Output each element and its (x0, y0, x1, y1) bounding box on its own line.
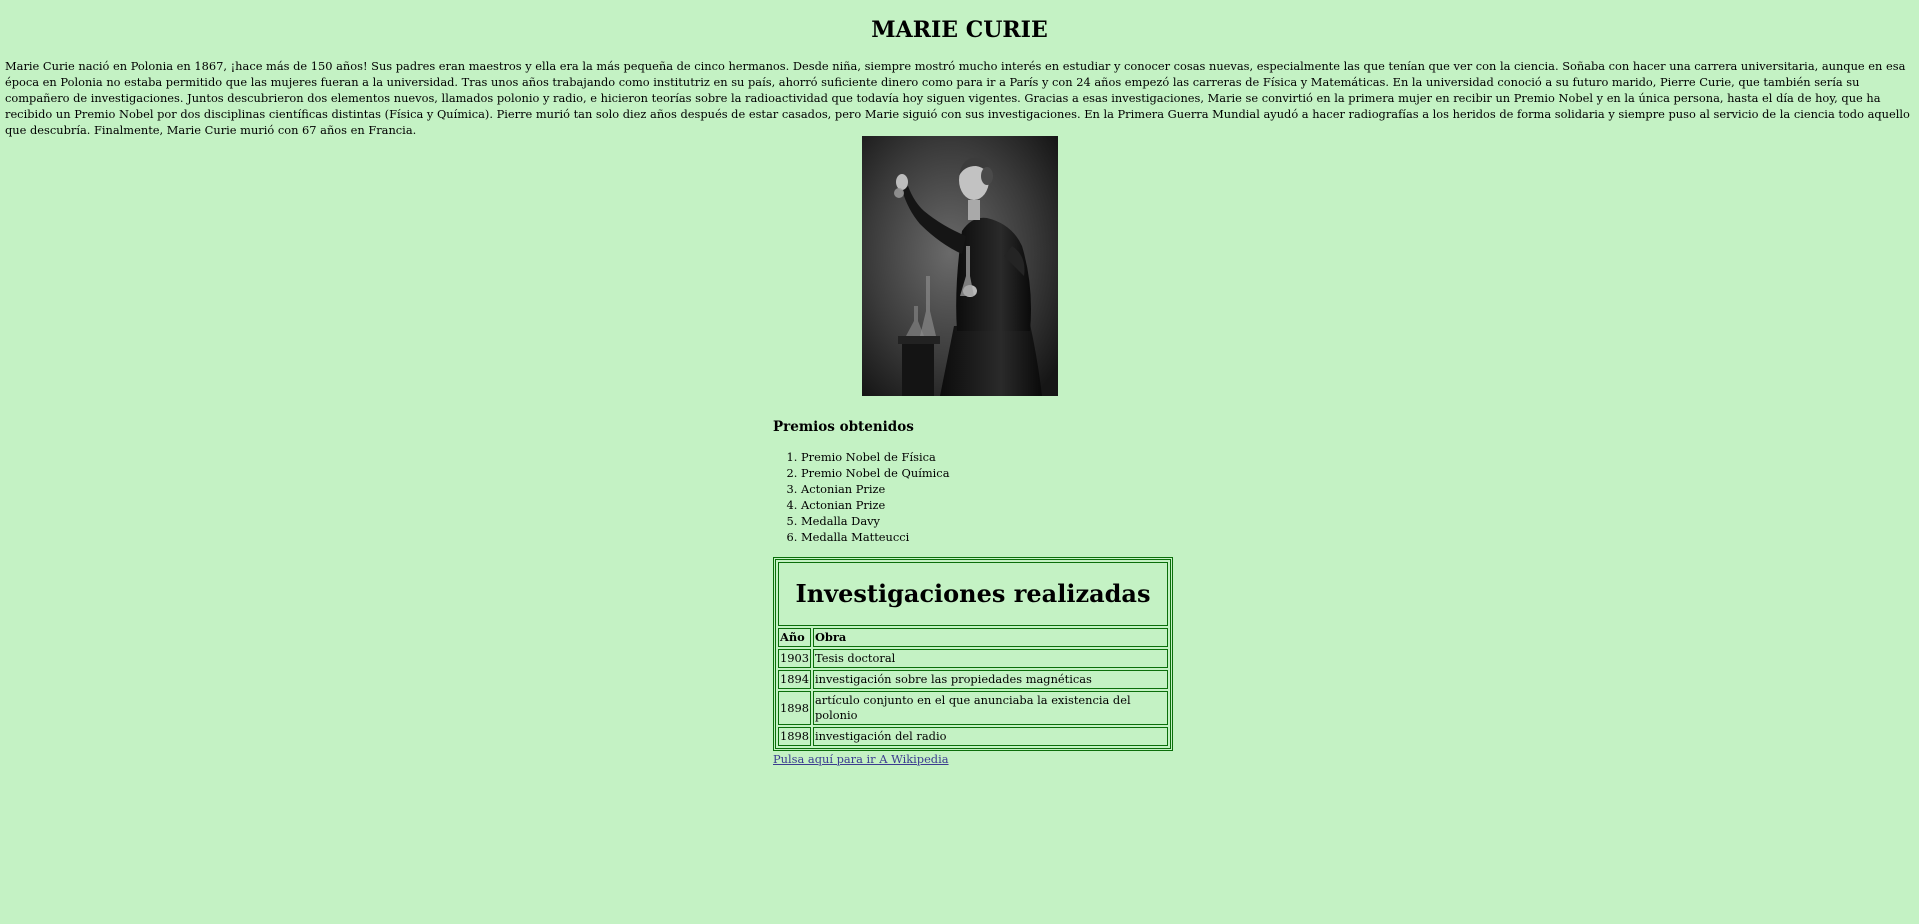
table-cell-work: investigación del radio (813, 727, 1168, 746)
wikipedia-link[interactable]: Pulsa aquí para ir A Wikipedia (773, 752, 1173, 766)
table-header-row: Año Obra (778, 628, 1168, 647)
table-cell-work: Tesis doctoral (813, 649, 1168, 668)
table-title-row: Investigaciones realizadas (778, 562, 1168, 626)
table-cell-year: 1903 (778, 649, 811, 668)
intro-paragraph: Marie Curie nació en Polonia en 1867, ¡h… (5, 59, 1910, 137)
table-cell-year: 1898 (778, 727, 811, 746)
table-cell-work: investigación sobre las propiedades magn… (813, 670, 1168, 689)
table-row: 1898 investigación del radio (778, 727, 1168, 746)
table-row: 1898 artículo conjunto en el que anuncia… (778, 691, 1168, 725)
list-item: Actonian Prize (801, 481, 1173, 497)
awards-heading: Premios obtenidos (773, 419, 914, 435)
table-row: 1903 Tesis doctoral (778, 649, 1168, 668)
marie-curie-photo (862, 136, 1058, 396)
list-item: Premio Nobel de Química (801, 465, 1173, 481)
table-title: Investigaciones realizadas (778, 562, 1168, 626)
column-header-year: Año (778, 628, 811, 647)
research-table: Investigaciones realizadas Año Obra 1903… (773, 557, 1173, 751)
column-header-work: Obra (813, 628, 1168, 647)
list-item: Premio Nobel de Física (801, 449, 1173, 465)
portrait-image (862, 136, 1058, 396)
list-item: Medalla Matteucci (801, 529, 1173, 545)
table-row: 1894 investigación sobre las propiedades… (778, 670, 1168, 689)
awards-list: Premio Nobel de Física Premio Nobel de Q… (773, 449, 1173, 545)
list-item: Medalla Davy (801, 513, 1173, 529)
table-cell-year: 1898 (778, 691, 811, 725)
list-item: Actonian Prize (801, 497, 1173, 513)
table-cell-work: artículo conjunto en el que anunciaba la… (813, 691, 1168, 725)
main-column: Premios obtenidos Premio Nobel de Física… (773, 415, 1173, 766)
table-cell-year: 1894 (778, 670, 811, 689)
page-title: MARIE CURIE (871, 17, 1048, 43)
